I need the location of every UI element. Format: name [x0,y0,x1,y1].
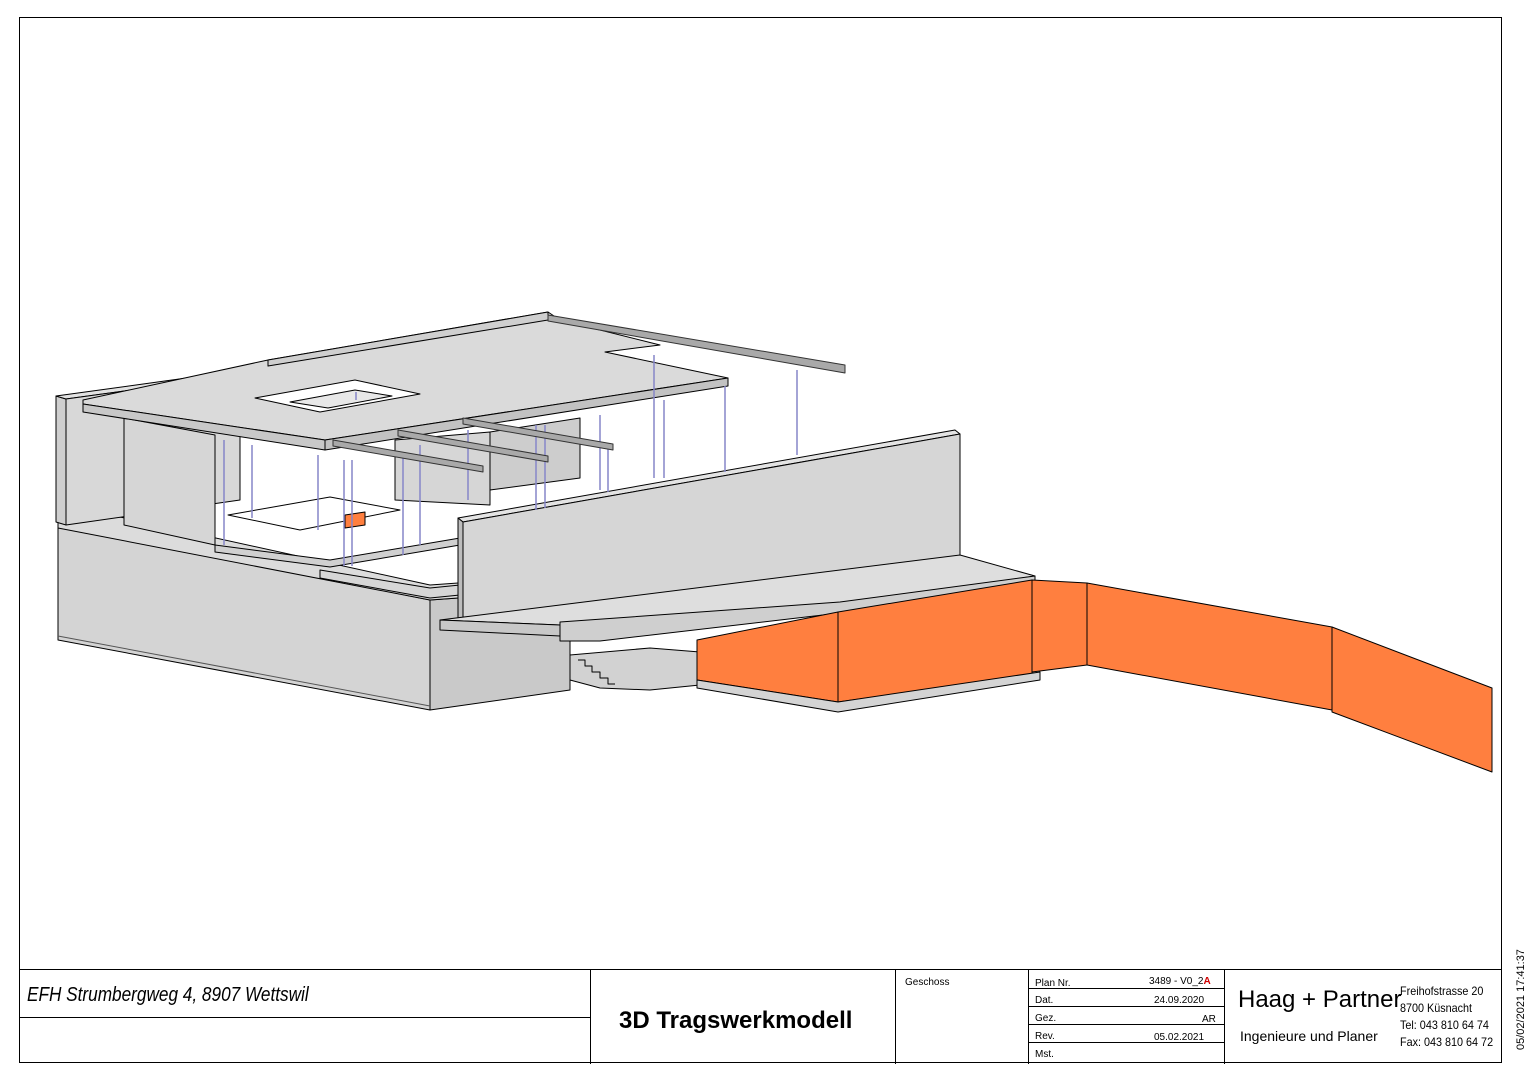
mst-label: Mst. [1035,1049,1054,1060]
geschoss-label: Geschoss [905,977,950,988]
drawing-title: 3D Tragswerkmodell [619,1007,853,1034]
retaining-wall-4 [1086,582,1333,711]
project-name: EFH Strumbergweg 4, 8907 Wettswil [27,984,309,1006]
stair-block [569,647,701,691]
company-street: Freihofstrasse 20 [1400,984,1484,998]
company-name: Haag + Partner [1238,986,1402,1013]
gez-label: Gez. [1035,1013,1057,1024]
floor-opening [227,496,401,531]
print-timestamp: 05/02/2021 17:41:37 [1515,949,1527,1050]
company-city: 8700 Küsnacht [1400,1001,1473,1015]
dat-value: 24.09.2020 [1154,995,1205,1006]
interior-wall-1 [123,417,216,546]
plan-nr-value: 3489 - V0_2A [1149,976,1211,987]
company-fax: Fax: 043 810 64 72 [1400,1035,1494,1049]
retaining-wall-3 [1031,579,1088,673]
title-block: EFH Strumbergweg 4, 8907 Wettswil 3D Tra… [19,969,1502,1064]
rev-value: 05.02.2021 [1154,1032,1205,1043]
rev-label: Rev. [1035,1031,1055,1042]
plan-nr-label: Plan Nr. [1035,978,1071,989]
orange-stair-detail [344,511,366,529]
front-wall-end [457,517,464,629]
dat-label: Dat. [1035,995,1054,1006]
company-subtitle: Ingenieure und Planer [1240,1028,1378,1044]
gez-value: AR [1202,1014,1216,1025]
retaining-wall-5 [1331,626,1493,773]
company-tel: Tel: 043 810 64 74 [1400,1018,1489,1032]
left-wall-front [55,395,67,526]
structural-3d-model [55,311,1493,773]
